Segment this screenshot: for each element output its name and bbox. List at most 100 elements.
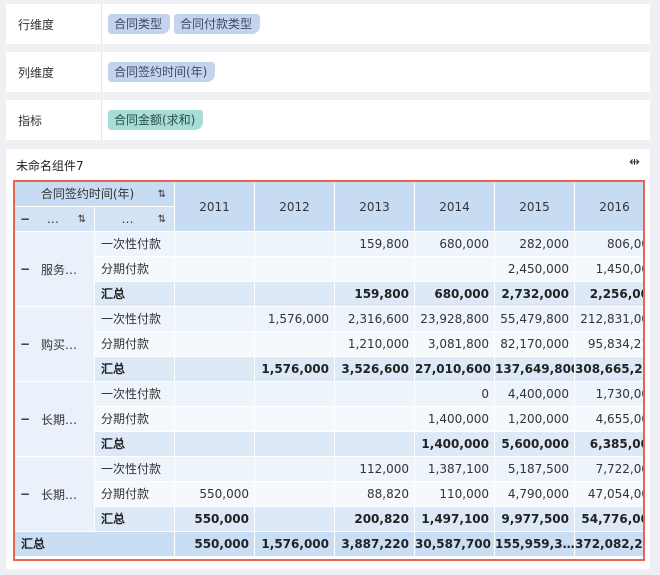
value-cell: 212,831,00 [575,307,643,332]
subtotal-cell: 1,576,000 [255,357,335,382]
value-cell [175,232,255,257]
group-label: 购买… [41,337,78,352]
value-cell [175,382,255,407]
chip-contract-type[interactable]: 合同类型 [108,14,171,34]
row-label: 一次性付款 [95,457,175,482]
widget-title: 未命名组件7 [16,159,84,173]
value-cell: 1,387,100 [415,457,495,482]
subtotal-cell: 2,256,00 [575,282,643,307]
value-cell: 1,730,00 [575,382,643,407]
value-cell [335,407,415,432]
year-header[interactable]: 2016 [575,182,643,232]
metric-label: 指标 [6,100,102,140]
value-cell: 0 [415,382,495,407]
value-cell: 95,834,21 [575,332,643,357]
metric-row: 指标 合同金额(求和) [6,100,650,140]
subtotal-label: 汇总 [95,282,175,307]
year-header[interactable]: 2011 [175,182,255,232]
subtotal-label: 汇总 [95,507,175,532]
value-cell: 88,820 [335,482,415,507]
row-label: 一次性付款 [95,232,175,257]
subtotal-label: 汇总 [95,357,175,382]
group-header[interactable]: − 购买… [15,307,95,382]
subtotal-cell [175,357,255,382]
collapse-icon[interactable]: − [19,412,31,426]
subtotal-cell: 137,649,800 [495,357,575,382]
expand-width-icon[interactable]: ⇹ [629,155,640,170]
subtotal-cell: 200,820 [335,507,415,532]
value-cell [175,332,255,357]
collapse-icon[interactable]: − [19,337,31,351]
value-cell: 1,400,000 [415,407,495,432]
group-header[interactable]: − 长期… [15,457,95,532]
row-label: 分期付款 [95,407,175,432]
collapse-all-icon[interactable]: − [19,207,31,231]
subtotal-label: 汇总 [95,432,175,457]
value-cell: 4,790,000 [495,482,575,507]
value-cell [175,257,255,282]
row-field-header-2: … ⇅ [95,207,175,232]
subtotal-cell [175,282,255,307]
value-cell: 55,479,800 [495,307,575,332]
chip-payment-type[interactable]: 合同付款类型 [174,14,261,34]
value-cell [255,257,335,282]
row-label: 分期付款 [95,257,175,282]
collapse-icon[interactable]: − [19,487,31,501]
year-header[interactable]: 2014 [415,182,495,232]
value-cell: 7,722,00 [575,457,643,482]
collapse-icon[interactable]: − [19,262,31,276]
subtotal-cell: 54,776,00 [575,507,643,532]
year-header[interactable]: 2013 [335,182,415,232]
subtotal-cell: 3,526,600 [335,357,415,382]
year-header[interactable]: 2012 [255,182,335,232]
group-header[interactable]: − 长期… [15,382,95,457]
col-field-header: 合同签约时间(年) ⇅ [15,182,175,207]
grand-total-cell: 372,082,21 [575,532,643,557]
chip-sign-year[interactable]: 合同签约时间(年) [108,62,216,82]
subtotal-cell [175,432,255,457]
subtotal-cell [255,507,335,532]
value-cell [415,257,495,282]
value-cell: 282,000 [495,232,575,257]
row-label: 一次性付款 [95,382,175,407]
value-cell: 47,054,00 [575,482,643,507]
subtotal-cell [255,282,335,307]
value-cell: 2,316,600 [335,307,415,332]
value-cell [255,407,335,432]
group-header[interactable]: − 服务… [15,232,95,307]
column-dimension-row: 列维度 合同签约时间(年) [6,52,650,92]
value-cell [335,257,415,282]
grand-total-cell: 1,576,000 [255,532,335,557]
subtotal-cell: 159,800 [335,282,415,307]
row-dimension-row: 行维度 合同类型 合同付款类型 [6,4,650,44]
subtotal-cell: 308,665,2… [575,357,643,382]
value-cell [255,457,335,482]
value-cell: 3,081,800 [415,332,495,357]
sort-icon[interactable]: ⇅ [158,182,166,206]
sort-icon[interactable]: ⇅ [158,207,166,231]
row-label: 分期付款 [95,482,175,507]
value-cell: 2,450,000 [495,257,575,282]
subtotal-cell: 2,732,000 [495,282,575,307]
subtotal-cell: 27,010,600 [415,357,495,382]
value-cell: 1,576,000 [255,307,335,332]
sort-icon[interactable]: ⇅ [78,207,86,231]
subtotal-cell: 1,497,100 [415,507,495,532]
year-header[interactable]: 2015 [495,182,575,232]
value-cell [255,482,335,507]
subtotal-cell: 680,000 [415,282,495,307]
value-cell: 23,928,800 [415,307,495,332]
pivot-widget: 未命名组件7 ⇹ 合同签约时间(年) ⇅ − … ⇅ … ⇅ 2011 2012… [6,149,650,569]
pivot-table: 合同签约时间(年) ⇅ − … ⇅ … ⇅ 2011 2012 2013 201… [13,180,645,561]
grand-total-cell: 550,000 [175,532,255,557]
value-cell [255,382,335,407]
value-cell [175,407,255,432]
value-cell [175,307,255,332]
chip-contract-amount[interactable]: 合同金额(求和) [108,110,204,130]
value-cell: 4,400,000 [495,382,575,407]
subtotal-cell: 5,600,000 [495,432,575,457]
value-cell [175,457,255,482]
group-label: 长期… [41,412,78,427]
value-cell [335,382,415,407]
row-field-label-1: … [46,212,59,226]
